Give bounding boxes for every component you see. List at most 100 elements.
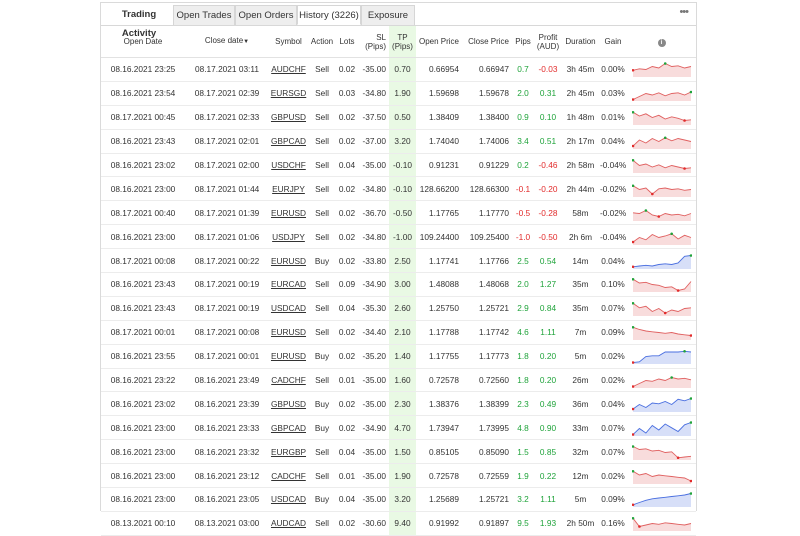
col-open-price[interactable]: Open Price: [416, 26, 462, 58]
col-lots[interactable]: Lots: [336, 26, 358, 58]
table-row[interactable]: 08.16.2021 23:54 08.17.2021 02:39 EURSGD Se…: [101, 81, 696, 106]
symbol-link[interactable]: GBPUSD: [271, 399, 306, 409]
table-row[interactable]: 08.16.2021 23:55 08.17.2021 00:01 EURUSD Bu…: [101, 344, 696, 369]
sl-cell: -37.50: [358, 105, 389, 130]
table-row[interactable]: 08.16.2021 23:22 08.16.2021 23:49 CADCHF Se…: [101, 368, 696, 393]
col-gain[interactable]: Gain: [599, 26, 627, 58]
symbol-link[interactable]: EURJPY: [272, 184, 305, 194]
lots-cell: 0.02: [336, 344, 358, 369]
table-row[interactable]: 08.16.2021 23:02 08.17.2021 02:00 USDCHF Se…: [101, 153, 696, 178]
pips-cell: 1.8: [512, 368, 534, 393]
table-row[interactable]: 08.16.2021 23:43 08.17.2021 02:01 GBPCAD Se…: [101, 129, 696, 154]
tp-cell: 0.50: [389, 105, 416, 130]
open-date-cell: 08.16.2021 23:02: [101, 391, 185, 417]
close-price-cell: 1.59678: [462, 81, 512, 106]
tab-open-orders[interactable]: Open Orders: [235, 5, 297, 25]
symbol-link[interactable]: EURSGD: [271, 88, 307, 98]
close-date-cell: 08.17.2021 00:19: [185, 296, 269, 321]
pips-cell: -0.5: [512, 200, 534, 226]
tab-history[interactable]: History (3226): [297, 5, 361, 25]
info-icon[interactable]: i: [657, 38, 666, 47]
more-dots-icon[interactable]: •••: [679, 6, 689, 18]
sparkline-cell: [627, 511, 696, 536]
trade-history-panel: Trading Activity Open Trades Open Orders…: [100, 2, 697, 536]
open-date-cell: 08.17.2021 00:08: [101, 248, 185, 274]
col-duration[interactable]: Duration: [562, 26, 599, 58]
sl-cell: -35.00: [358, 153, 389, 178]
table-row[interactable]: 08.16.2021 23:43 08.17.2021 00:19 EURCAD Se…: [101, 272, 696, 297]
symbol-cell: EURJPY: [269, 176, 308, 202]
table-row[interactable]: 08.17.2021 00:45 08.17.2021 02:33 GBPUSD Se…: [101, 105, 696, 130]
symbol-link[interactable]: EURUSD: [271, 351, 306, 361]
table-row[interactable]: 08.16.2021 23:00 08.16.2021 23:05 USDCAD Bu…: [101, 487, 696, 512]
symbol-link[interactable]: GBPUSD: [271, 112, 306, 122]
duration-cell: 2h 58m: [562, 153, 599, 178]
close-date-cell: 08.17.2021 02:01: [185, 129, 269, 154]
symbol-link[interactable]: EURUSD: [271, 256, 306, 266]
symbol-link[interactable]: AUDCAD: [271, 518, 306, 528]
table-row[interactable]: 08.16.2021 23:00 08.17.2021 01:44 EURJPY Se…: [101, 176, 696, 202]
symbol-link[interactable]: GBPCAD: [271, 423, 306, 433]
symbol-link[interactable]: USDCHF: [271, 160, 306, 170]
symbol-cell: GBPCAD: [269, 129, 308, 154]
table-row[interactable]: 08.13.2021 00:10 08.13.2021 03:00 AUDCAD Se…: [101, 511, 696, 536]
symbol-link[interactable]: EURUSD: [271, 208, 306, 218]
gain-cell: 0.04%: [599, 391, 627, 417]
gain-cell: 0.09%: [599, 487, 627, 512]
table-row[interactable]: 08.16.2021 23:25 08.17.2021 03:11 AUDCHF Se…: [101, 57, 696, 82]
symbol-link[interactable]: USDJPY: [272, 232, 305, 242]
col-action[interactable]: Action: [308, 26, 336, 58]
table-row[interactable]: 08.16.2021 23:00 08.16.2021 23:33 GBPCAD Bu…: [101, 415, 696, 441]
sparkline-min-dot: [637, 525, 641, 529]
lots-cell: 0.02: [336, 105, 358, 130]
close-price-cell: 0.91229: [462, 153, 512, 178]
col-symbol[interactable]: Symbol: [269, 26, 308, 58]
tp-cell: 2.50: [389, 248, 416, 274]
open-date-cell: 08.16.2021 23:02: [101, 153, 185, 178]
symbol-link[interactable]: USDCAD: [271, 303, 306, 313]
table-row[interactable]: 08.17.2021 00:01 08.17.2021 00:08 EURUSD Se…: [101, 320, 696, 345]
symbol-link[interactable]: USDCAD: [271, 494, 306, 504]
tab-exposure[interactable]: Exposure: [361, 5, 415, 25]
duration-cell: 2h 45m: [562, 81, 599, 106]
symbol-link[interactable]: EURGBP: [271, 447, 306, 457]
close-price-cell: 1.38400: [462, 105, 512, 130]
gain-cell: -0.04%: [599, 153, 627, 178]
col-pips[interactable]: Pips: [512, 26, 534, 58]
table-row[interactable]: 08.16.2021 23:43 08.17.2021 00:19 USDCAD Se…: [101, 296, 696, 321]
gain-cell: 0.04%: [599, 129, 627, 154]
sparkline-cell: [627, 248, 696, 274]
duration-cell: 3h 45m: [562, 57, 599, 82]
close-price-cell: 0.66947: [462, 57, 512, 82]
pips-cell: 2.0: [512, 81, 534, 106]
col-tp[interactable]: TP (Pips): [389, 26, 416, 58]
symbol-cell: EURSGD: [269, 81, 308, 106]
sparkline-cell: [627, 391, 696, 417]
col-close-price[interactable]: Close Price: [462, 26, 512, 58]
symbol-link[interactable]: CADCHF: [271, 375, 306, 385]
symbol-link[interactable]: EURCAD: [271, 279, 306, 289]
symbol-link[interactable]: CADCHF: [271, 471, 306, 481]
action-cell: Sell: [308, 463, 336, 489]
col-sl[interactable]: SL (Pips): [358, 26, 389, 58]
col-profit[interactable]: Profit (AUD): [534, 26, 562, 58]
table-row[interactable]: 08.16.2021 23:02 08.16.2021 23:39 GBPUSD Bu…: [101, 391, 696, 417]
gain-cell: 0.00%: [599, 57, 627, 82]
table-row[interactable]: 08.17.2021 00:08 08.17.2021 00:22 EURUSD Bu…: [101, 248, 696, 274]
open-price-cell: 0.72578: [416, 463, 462, 489]
table-row[interactable]: 08.16.2021 23:00 08.17.2021 01:06 USDJPY Se…: [101, 224, 696, 250]
col-close-date[interactable]: Close date▼: [185, 26, 269, 58]
sparkline-cell: [627, 320, 696, 345]
close-price-cell: 1.25721: [462, 296, 512, 321]
table-row[interactable]: 08.17.2021 00:40 08.17.2021 01:39 EURUSD Se…: [101, 200, 696, 226]
tp-cell: -0.10: [389, 153, 416, 178]
sparkline-max-dot: [663, 136, 667, 140]
symbol-link[interactable]: GBPCAD: [271, 136, 306, 146]
tab-trading-activity[interactable]: Trading Activity: [105, 5, 173, 39]
symbol-cell: CADCHF: [269, 463, 308, 489]
symbol-link[interactable]: AUDCHF: [271, 64, 306, 74]
symbol-link[interactable]: EURUSD: [271, 327, 306, 337]
table-row[interactable]: 08.16.2021 23:00 08.16.2021 23:12 CADCHF Se…: [101, 463, 696, 489]
table-row[interactable]: 08.16.2021 23:00 08.16.2021 23:32 EURGBP Se…: [101, 439, 696, 465]
tab-open-trades[interactable]: Open Trades: [173, 5, 235, 25]
